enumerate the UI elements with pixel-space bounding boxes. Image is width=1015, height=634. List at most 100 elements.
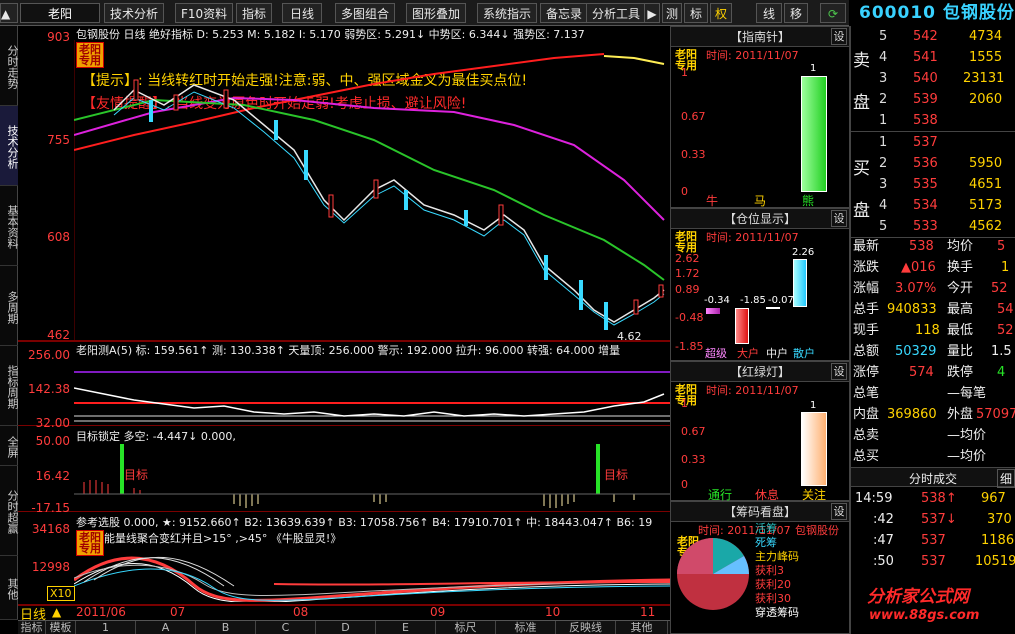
position-axis-172: 1.72	[675, 267, 700, 280]
bottom-tab-template[interactable]: 模板	[46, 621, 76, 634]
tab-other[interactable]: 其他	[0, 556, 19, 620]
ma-magenta-line	[74, 96, 665, 221]
candles	[133, 79, 664, 315]
small-btn-xian[interactable]: 线	[756, 3, 782, 23]
stock-title: 600010 包钢股份	[849, 0, 1015, 26]
small-btn-yi[interactable]: 移	[784, 3, 808, 23]
ind2-axis-50: 50.00	[35, 434, 70, 448]
chip-stock-name: 包钢股份	[795, 524, 839, 537]
ticks-title: 分时成交	[909, 472, 958, 486]
small-btn-ce[interactable]: 测	[662, 3, 682, 23]
compass-label-bear: 熊	[802, 194, 815, 208]
menu-item-multi[interactable]: 多图组合	[335, 3, 396, 23]
sell-row[interactable]: 1 538	[851, 110, 1015, 131]
ticks-detail-tab[interactable]: 细	[997, 469, 1015, 488]
position-val-retail: 2.26	[792, 247, 815, 258]
menu-item-f10[interactable]: F10资料	[175, 3, 234, 23]
sell-row[interactable]: 5 542 4734	[851, 26, 1015, 47]
bottom-tab-b[interactable]: B	[196, 621, 256, 634]
bottom-tab-1[interactable]: 1	[76, 621, 136, 634]
tick-row: :50 537 10519	[873, 554, 1015, 569]
compass-time: 时间: 2011/11/07	[706, 49, 799, 62]
bottom-tab-standard[interactable]: 标准	[496, 621, 556, 634]
indicator1-header: 老阳测A(5) 标: 159.561↑ 测: 130.338↑ 天量顶: 256…	[76, 344, 621, 356]
chip-legend-dead: 死筹	[755, 536, 777, 549]
compass-axis-0: 0	[681, 185, 688, 198]
indicator3-header: 参考选股 0.000, ★: 9152.660↑ B2: 13639.639↑ …	[76, 516, 653, 528]
stat-row: 现手 118 最低 52	[853, 323, 1014, 338]
bottom-tab-a[interactable]: A	[136, 621, 196, 634]
tab-indicator-period[interactable]: 指标周期	[0, 346, 19, 426]
compass-title: 【指南针】	[729, 30, 790, 44]
bottom-tab-d[interactable]: D	[316, 621, 376, 634]
position-label-super: 超级	[705, 347, 727, 360]
small-btn-quan[interactable]: 权	[710, 3, 732, 23]
tab-intraday[interactable]: 分时走势	[0, 26, 19, 106]
position-axis-185: -1.85	[675, 340, 704, 353]
back-arrow-icon[interactable]: ▲	[0, 3, 18, 23]
stock-name-tab[interactable]: 老阳	[20, 3, 100, 23]
menu-item-tech[interactable]: 技术分析	[104, 3, 165, 23]
period-arrow-icon[interactable]: ▲	[52, 605, 61, 619]
watermark-url: www.88gs.com	[869, 608, 980, 623]
bottom-tab-other[interactable]: 其他	[616, 621, 668, 634]
sell-row[interactable]: 4 541 1555	[851, 47, 1015, 68]
light-bar-watch	[801, 412, 827, 486]
tab-tech-analysis[interactable]: 技术分析	[0, 106, 19, 186]
stat-row: 涨幅 3.07% 今开 52	[853, 281, 1008, 296]
bottom-tab-reflect[interactable]: 反映线	[556, 621, 616, 634]
ind1-axis-256: 256.00	[28, 348, 70, 362]
ma-yellow-line	[603, 55, 665, 65]
stat-row: 涨跌 ▲016 换手 1	[853, 260, 1010, 275]
tab-fullscreen[interactable]: 全屏	[0, 426, 19, 466]
bottom-tab-e[interactable]: E	[376, 621, 436, 634]
buy-row[interactable]: 2 536 5950	[851, 153, 1015, 174]
stat-row: 总额 50329 量比 1.5	[853, 344, 1012, 359]
light-title: 【红绿灯】	[729, 365, 790, 379]
chip-legend-profit20: 获利20	[755, 578, 791, 591]
menu-item-tools[interactable]: 分析工具	[586, 3, 647, 23]
stat-row: 总卖 —均价	[853, 428, 987, 443]
date-10: 10	[545, 605, 561, 619]
bottom-tab-c[interactable]: C	[256, 621, 316, 634]
bottom-tab-ruler[interactable]: 标尺	[436, 621, 496, 634]
x10-button[interactable]: X10	[47, 586, 75, 601]
sell-row[interactable]: 2 539 2060	[851, 89, 1015, 110]
tab-super-win[interactable]: 分时超赢	[0, 466, 19, 556]
tab-multi-period[interactable]: 多周期	[0, 266, 19, 346]
small-btn-biao[interactable]: 标	[684, 3, 708, 23]
menu-item-memo[interactable]: 备忘录	[540, 3, 589, 23]
ind2-axis-16: 16.42	[35, 469, 70, 483]
buy-row[interactable]: 5 533 4562	[851, 216, 1015, 237]
compass-settings-button[interactable]: 设	[831, 28, 847, 45]
menu-item-daily[interactable]: 日线	[282, 3, 322, 23]
chip-legend-pierce: 穿透筹码	[755, 606, 799, 619]
date-11: 11	[640, 605, 656, 619]
position-time: 时间: 2011/11/07	[706, 231, 799, 244]
sell-row[interactable]: 3 540 23131	[851, 68, 1015, 89]
order-book: 卖 盘 买 盘 5 542 4734 4 541 1555 3 540 23131 2 539…	[850, 26, 1015, 634]
chip-settings-button[interactable]: 设	[831, 503, 847, 520]
buy-row[interactable]: 1 537	[851, 132, 1015, 153]
left-tab-bar: 分时走势 技术分析 基本资料 多周期 指标周期 全屏 分时超赢 其他	[0, 26, 19, 620]
menu-item-indicator[interactable]: 指标	[236, 3, 273, 23]
tick-row: :42 537↓ 370	[873, 512, 1012, 527]
stat-row: 内盘 369860 外盘 57097	[853, 407, 1015, 422]
compass-bar-bear	[801, 76, 827, 192]
position-title: 【仓位显示】	[723, 212, 796, 226]
bottom-tab-indicator[interactable]: 指标	[18, 621, 46, 634]
ind3-axis-12998: 12998	[31, 560, 70, 574]
chip-title: 【筹码看盘】	[723, 505, 796, 519]
menu-item-overlay[interactable]: 图形叠加	[406, 3, 467, 23]
indicator2-header: 目标锁定 多空: -4.447↓ 0.000,	[76, 430, 236, 442]
position-bar-super	[706, 308, 720, 314]
position-settings-button[interactable]: 设	[831, 210, 847, 227]
buy-row[interactable]: 4 534 5173	[851, 195, 1015, 216]
tab-basic-info[interactable]: 基本资料	[0, 186, 19, 266]
buy-row[interactable]: 3 535 4651	[851, 174, 1015, 195]
light-axis-0: 0	[681, 478, 688, 491]
play-icon[interactable]: ▶	[644, 3, 660, 23]
light-settings-button[interactable]: 设	[831, 363, 847, 380]
menu-item-system[interactable]: 系统指示	[477, 3, 538, 23]
refresh-icon[interactable]: ⟳	[820, 3, 846, 23]
